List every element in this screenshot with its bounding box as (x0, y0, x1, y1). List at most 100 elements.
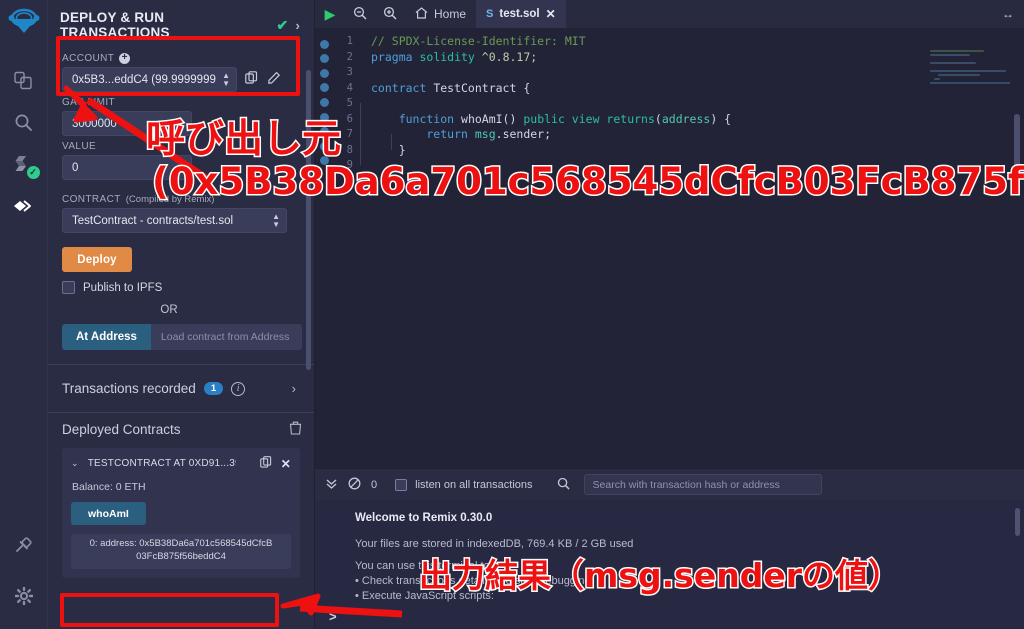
contract-spinner-icon[interactable]: ▲ ▼ (272, 212, 280, 229)
code-version: ^0.8.17; (481, 49, 538, 64)
account-row: 0x5B3...eddC4 (99.9999999 ▲ ▼ (48, 67, 314, 92)
breakpoint-gutter[interactable] (315, 28, 333, 468)
zoom-out-icon[interactable] (345, 6, 375, 23)
breakpoint-dot[interactable] (319, 54, 329, 64)
publish-ipfs-checkbox[interactable] (62, 281, 75, 294)
deploy-run-panel: DEPLOY & RUN TRANSACTIONS ✔ › ACCOUNT + … (48, 0, 315, 629)
editor-scrollbar[interactable] (1014, 114, 1020, 170)
breakpoint-dot[interactable] (319, 141, 329, 151)
gas-limit-input[interactable]: 3000000 (62, 111, 192, 136)
contract-balance: Balance: 0 ETH (72, 481, 146, 493)
panel-check-icon: ✔ (276, 16, 289, 33)
code-tail: .sender; (495, 127, 552, 141)
terminal-search-input[interactable]: Search with transaction hash or address (583, 474, 822, 495)
copy-contract-address-icon[interactable] (259, 456, 272, 471)
remove-contract-icon[interactable]: ✕ (281, 457, 291, 471)
listen-all-transactions-checkbox[interactable] (395, 478, 408, 491)
at-address-input[interactable]: Load contract from Address (150, 324, 302, 350)
search-icon[interactable] (4, 101, 44, 143)
indent-guide (391, 134, 392, 150)
whoami-function-button[interactable]: whoAmI (71, 502, 146, 525)
code-comment: // SPDX-License-Identifier: MIT (371, 34, 586, 48)
transactions-chevron-icon[interactable]: › (292, 381, 304, 396)
gas-limit-row: 3000000 (48, 111, 314, 136)
code-keyword: pragma (371, 49, 413, 64)
tab-home[interactable]: Home (405, 6, 476, 22)
breakpoint-dot[interactable] (319, 156, 329, 166)
add-account-icon[interactable]: + (119, 53, 131, 64)
deployed-contract-header-row[interactable]: ⌄ TESTCONTRACT AT 0XD91...3913E ✕ (71, 456, 291, 471)
solidity-compiler-icon[interactable]: ✓ (4, 143, 44, 185)
code-content[interactable]: // SPDX-License-Identifier: MIT pragma so… (357, 28, 1024, 468)
contract-select[interactable]: TestContract - contracts/test.sol ▲ ▼ (62, 208, 287, 233)
account-select[interactable]: 0x5B3...eddC4 (99.9999999 ▲ ▼ (62, 67, 237, 92)
breakpoint-dot[interactable] (319, 127, 329, 137)
line-number: 9 (346, 159, 353, 171)
breakpoint-dot[interactable] (319, 112, 329, 122)
terminal-welcome: Welcome to Remix 0.30.0 (355, 512, 493, 524)
breakpoint-dot[interactable] (319, 97, 329, 107)
minimap-line (934, 78, 940, 80)
transactions-info-icon[interactable]: i (231, 381, 246, 396)
breakpoint-dot[interactable] (319, 83, 329, 93)
deployed-contracts-header: Deployed Contracts (48, 413, 314, 448)
gas-limit-label: GAS LIMIT (62, 97, 116, 108)
remix-logo[interactable] (7, 6, 41, 45)
expand-contract-caret-icon[interactable]: ⌄ (71, 458, 79, 469)
terminal-prompt[interactable]: > (329, 609, 337, 624)
clear-deployed-contracts-icon[interactable] (289, 421, 302, 438)
tab-test-sol-label: test.sol (499, 8, 540, 20)
terminal-scrollbar[interactable] (1015, 508, 1020, 536)
terminal-log-count: 0 (371, 478, 378, 491)
contract-row: TestContract - contracts/test.sol ▲ ▼ (48, 208, 314, 233)
breakpoint-dot[interactable] (319, 68, 329, 78)
deployed-contract-title: TESTCONTRACT AT 0XD91...3913E (87, 458, 236, 469)
panel-scrollbar[interactable] (306, 70, 311, 370)
value-label: VALUE (62, 141, 97, 152)
main-area: ▶ Home S test.sol ✕ ↔ 1 2 3 4 5 6 7 8 9 … (315, 0, 1024, 629)
file-explorer-icon[interactable] (4, 59, 44, 101)
edit-account-icon[interactable] (266, 71, 283, 89)
copy-account-icon[interactable] (243, 70, 260, 89)
deploy-button[interactable]: Deploy (62, 247, 132, 272)
expand-editor-icon[interactable]: ↔ (1002, 7, 1014, 21)
publish-ipfs-row[interactable]: Publish to IPFS (48, 272, 314, 294)
deploy-run-icon[interactable] (4, 185, 44, 227)
run-script-icon[interactable]: ▶ (315, 6, 345, 23)
at-address-button[interactable]: At Address (62, 324, 151, 350)
deploy-row: Deploy (48, 233, 314, 272)
code-line-7: return msg.sender; (371, 127, 1024, 143)
clear-terminal-icon[interactable] (348, 477, 361, 493)
close-tab-icon[interactable]: ✕ (546, 7, 556, 21)
transactions-recorded-row[interactable]: Transactions recorded 1 i › (48, 365, 314, 412)
editor-tabbar: ▶ Home S test.sol ✕ ↔ (315, 0, 1024, 28)
solidity-file-icon: S (486, 8, 494, 20)
indent-guide (360, 103, 361, 165)
contract-sublabel: (Compiled by Remix) (125, 194, 215, 205)
listen-all-transactions-row[interactable]: listen on all transactions (395, 478, 533, 491)
plugin-manager-icon[interactable] (4, 525, 44, 567)
breakpoint-dot[interactable] (319, 39, 329, 49)
code-brace: } (371, 142, 406, 157)
zoom-in-icon[interactable] (375, 6, 405, 23)
listen-all-transactions-label: listen on all transactions (415, 478, 533, 491)
line-number: 2 (346, 50, 353, 63)
collapse-terminal-icon[interactable] (325, 477, 338, 493)
editor-minimap[interactable] (930, 50, 1010, 170)
settings-icon[interactable] (4, 575, 44, 617)
terminal-usage-line: You can use this terminal to: (355, 560, 493, 572)
value-row: 0 (48, 155, 314, 180)
terminal-output[interactable]: Welcome to Remix 0.30.0 Your files are s… (315, 500, 1024, 629)
account-spinner-icon[interactable]: ▲ ▼ (222, 71, 230, 88)
minimap-line (930, 62, 976, 64)
code-editor[interactable]: 1 2 3 4 5 6 7 8 9 // SPDX-License-Identi… (315, 28, 1024, 468)
tab-test-sol[interactable]: S test.sol ✕ (476, 0, 566, 28)
value-input[interactable]: 0 (62, 155, 192, 180)
terminal-bullet-2: • Execute JavaScript scripts: (355, 590, 494, 602)
panel-collapse-chevron-icon[interactable]: › (295, 18, 306, 33)
terminal-search-icon[interactable] (557, 477, 570, 493)
account-label-text: ACCOUNT (62, 53, 115, 64)
code-msg: msg (467, 127, 496, 141)
